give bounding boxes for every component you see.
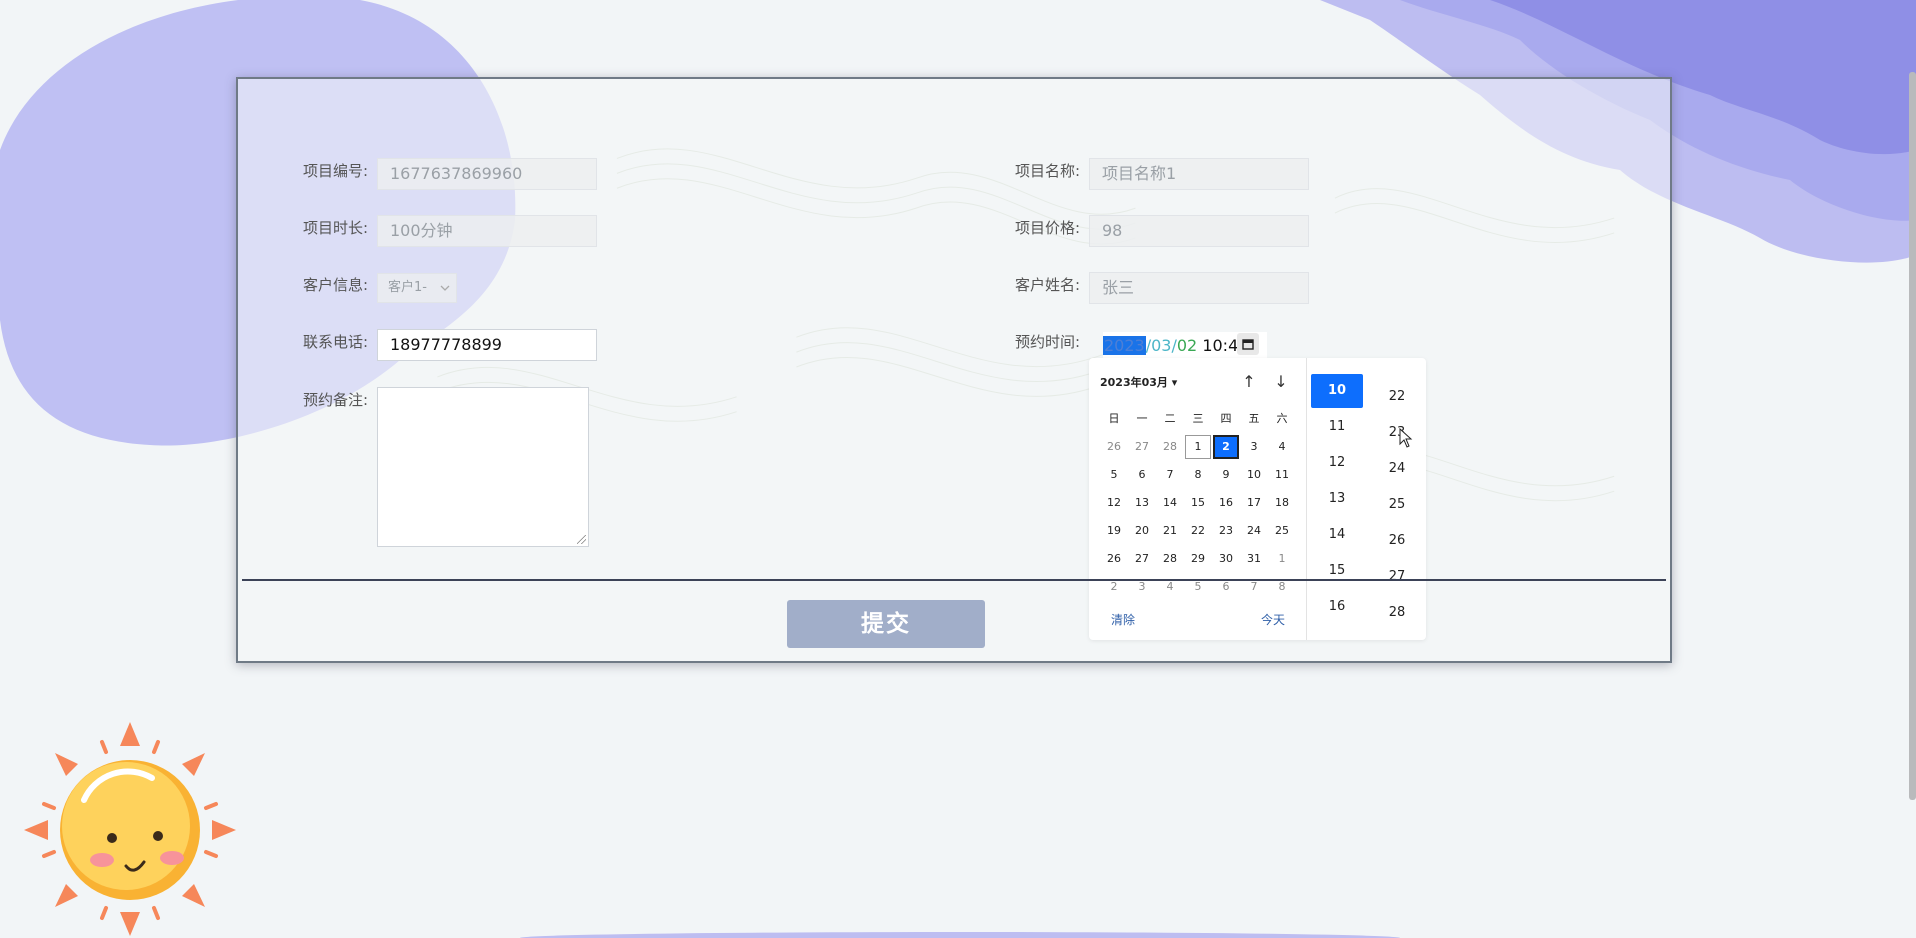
minute-option[interactable]: 26: [1379, 524, 1415, 558]
day-segment[interactable]: 02: [1177, 336, 1197, 355]
year-segment[interactable]: 2023: [1103, 336, 1146, 355]
calendar-day[interactable]: 27: [1129, 435, 1155, 459]
calendar-day[interactable]: 23: [1213, 519, 1239, 543]
hour-option[interactable]: 12: [1311, 446, 1363, 480]
calendar-day[interactable]: 27: [1129, 547, 1155, 571]
resize-handle[interactable]: [577, 535, 586, 544]
customer-info-selected: 客户1-: [388, 280, 427, 295]
minute-option[interactable]: 27: [1379, 560, 1415, 594]
customer-name-field[interactable]: 张三: [1089, 272, 1309, 304]
weekday-label: 四: [1220, 412, 1232, 425]
calendar-day[interactable]: 1: [1185, 435, 1211, 459]
calendar-day[interactable]: 11: [1269, 463, 1295, 487]
calendar-day[interactable]: 29: [1185, 547, 1211, 571]
calendar-day[interactable]: 30: [1213, 547, 1239, 571]
calendar-day[interactable]: 28: [1157, 435, 1183, 459]
duration-field[interactable]: 100分钟: [377, 215, 597, 247]
scrollbar-thumb[interactable]: [1909, 72, 1916, 800]
calendar-button[interactable]: [1237, 333, 1259, 355]
weekday-label: 三: [1192, 412, 1204, 425]
calendar-day[interactable]: 14: [1157, 491, 1183, 515]
chevron-down-icon: [440, 285, 450, 291]
phone-label: 联系电话:: [303, 333, 369, 351]
picker-divider: [1306, 358, 1307, 640]
page-scrollbar[interactable]: [1908, 0, 1916, 938]
project-name-label: 项目名称:: [1015, 162, 1081, 180]
calendar-day[interactable]: 5: [1101, 463, 1127, 487]
caret-down-icon: ▾: [1171, 376, 1178, 389]
hour-option[interactable]: 10: [1311, 374, 1363, 408]
prev-month-button[interactable]: ↑: [1239, 372, 1259, 392]
weekday-label: 一: [1136, 412, 1148, 425]
calendar-day[interactable]: 17: [1241, 491, 1267, 515]
calendar-day[interactable]: 10: [1241, 463, 1267, 487]
calendar-day[interactable]: 13: [1129, 491, 1155, 515]
minute-option[interactable]: 24: [1379, 452, 1415, 486]
hour-option[interactable]: 11: [1311, 410, 1363, 444]
phone-field[interactable]: 18977778899: [377, 329, 597, 361]
calendar-day[interactable]: 1: [1269, 547, 1295, 571]
price-field[interactable]: 98: [1089, 215, 1309, 247]
decorative-blob-bottom: [520, 932, 1400, 938]
calendar-day[interactable]: 6: [1129, 463, 1155, 487]
sun-mascot: [24, 722, 236, 936]
hour-option[interactable]: 14: [1311, 518, 1363, 552]
weekday-label: 六: [1276, 412, 1288, 425]
hour-option[interactable]: 16: [1311, 590, 1363, 624]
calendar-day[interactable]: 25: [1269, 519, 1295, 543]
price-label: 项目价格:: [1015, 219, 1081, 237]
minute-option[interactable]: 22: [1379, 380, 1415, 414]
calendar-day[interactable]: 26: [1101, 435, 1127, 459]
minute-option[interactable]: 28: [1379, 596, 1415, 630]
today-button[interactable]: 今天: [1261, 611, 1285, 628]
mouse-cursor-icon: [1399, 428, 1413, 448]
weekday-label: 二: [1164, 412, 1176, 425]
calendar-day[interactable]: 15: [1185, 491, 1211, 515]
arrow-down-icon: ↓: [1274, 372, 1288, 391]
hour-option[interactable]: 15: [1311, 554, 1363, 588]
calendar-day[interactable]: 7: [1157, 463, 1183, 487]
calendar-day[interactable]: 24: [1241, 519, 1267, 543]
remark-label: 预约备注:: [303, 391, 369, 409]
next-month-button[interactable]: ↓: [1271, 372, 1291, 392]
calendar-day[interactable]: 18: [1269, 491, 1295, 515]
project-no-field[interactable]: 1677637869960: [377, 158, 597, 190]
appointment-time-label: 预约时间:: [1015, 333, 1081, 351]
calendar-day[interactable]: 16: [1213, 491, 1239, 515]
calendar-day[interactable]: 26: [1101, 547, 1127, 571]
month-year-select[interactable]: 2023年03月 ▾: [1100, 374, 1177, 390]
calendar-day[interactable]: 4: [1269, 435, 1295, 459]
hour-option[interactable]: 13: [1311, 482, 1363, 516]
customer-info-select[interactable]: 客户1-: [377, 273, 457, 303]
calendar-day[interactable]: 31: [1241, 547, 1267, 571]
weekday-header: 日 一 二 三 四 五 六: [1100, 410, 1296, 426]
calendar-day[interactable]: 8: [1185, 463, 1211, 487]
month-year-label: 2023年03月: [1100, 376, 1168, 389]
datetime-picker: 2023年03月 ▾ ↑ ↓ 日 一 二 三 四 五 六 26 27 28 1 2 3 4 5…: [1089, 358, 1426, 640]
minute-option[interactable]: 25: [1379, 488, 1415, 522]
calendar-day[interactable]: 2: [1213, 435, 1239, 459]
customer-info-label: 客户信息:: [303, 276, 369, 294]
calendar-day[interactable]: 9: [1213, 463, 1239, 487]
calendar-icon: [1242, 339, 1254, 350]
clear-button[interactable]: 清除: [1111, 611, 1135, 628]
project-no-label: 项目编号:: [303, 162, 369, 180]
calendar-day[interactable]: 12: [1101, 491, 1127, 515]
weekday-label: 日: [1108, 412, 1120, 425]
calendar-day[interactable]: 21: [1157, 519, 1183, 543]
calendar-day[interactable]: 28: [1157, 547, 1183, 571]
arrow-up-icon: ↑: [1242, 372, 1256, 391]
customer-name-label: 客户姓名:: [1015, 276, 1081, 294]
duration-label: 项目时长:: [303, 219, 369, 237]
project-name-field[interactable]: 项目名称1: [1089, 158, 1309, 190]
calendar-day[interactable]: 19: [1101, 519, 1127, 543]
remark-textarea[interactable]: [377, 387, 589, 547]
calendar-day[interactable]: 22: [1185, 519, 1211, 543]
calendar-day[interactable]: 20: [1129, 519, 1155, 543]
weekday-label: 五: [1248, 412, 1260, 425]
calendar-day[interactable]: 3: [1241, 435, 1267, 459]
month-segment[interactable]: 03: [1151, 336, 1171, 355]
submit-button[interactable]: 提交: [787, 600, 985, 648]
form-divider: [242, 579, 1666, 581]
